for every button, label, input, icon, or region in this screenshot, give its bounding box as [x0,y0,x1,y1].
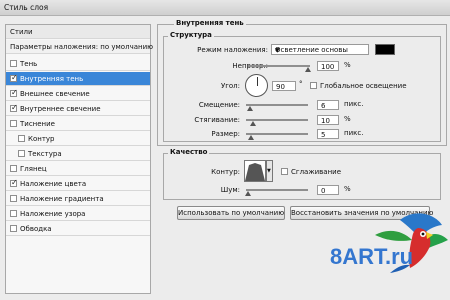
style-item-label: Внутренняя тень [20,75,84,83]
style-item-label: Наложение цвета [20,180,87,188]
noise-label: Шум: [220,186,240,194]
style-item-checkbox[interactable] [10,165,17,172]
contour-label: Контур: [211,168,240,176]
blending-options-label: Параметры наложения: по умолчанию [10,43,154,51]
global-light-label: Глобальное освещение [320,82,407,90]
antialias-label: Сглаживание [291,168,342,176]
style-item-checkbox[interactable] [10,225,17,232]
choke-unit: % [344,115,351,123]
inner-shadow-title: Внутренняя тень [174,19,246,27]
antialias-checkbox[interactable] [281,168,288,175]
blend-mode-label: Режим наложения: [197,46,268,54]
style-item-label: Контур [28,135,55,143]
choke-input[interactable]: 10 [317,115,339,125]
structure-title: Структура [168,31,214,39]
distance-unit: пикс. [344,100,364,108]
shadow-color-swatch[interactable] [375,44,395,55]
noise-input[interactable]: 0 [317,185,339,195]
size-label: Размер: [211,130,240,138]
style-item-checkbox[interactable] [10,60,17,67]
style-item-checkbox[interactable] [10,195,17,202]
choke-value: 10 [321,117,330,125]
choke-slider-thumb[interactable] [250,121,256,126]
style-item[interactable]: Глянец [6,162,150,176]
styles-header-label: Стили [10,28,33,36]
angle-value: 90 [276,83,285,91]
style-item[interactable]: Обводка [6,222,150,236]
style-item-checkbox[interactable] [18,150,25,157]
size-input[interactable]: 5 [317,129,339,139]
style-item[interactable]: Наложение узора [6,207,150,221]
style-item-label: Текстура [28,150,62,158]
opacity-value: 100 [321,63,335,71]
opacity-slider[interactable] [248,65,311,72]
style-item-checkbox[interactable] [10,73,18,82]
style-item-label: Тиснение [20,120,55,128]
size-unit: пикс. [344,129,364,137]
contour-preview[interactable] [244,160,266,182]
distance-label: Смещение: [198,101,240,109]
style-item-label: Наложение узора [20,210,86,218]
quality-title: Качество [168,148,210,156]
global-light-checkbox[interactable] [310,82,317,89]
chevron-down-icon: ▼ [267,168,271,174]
size-slider[interactable] [246,133,308,140]
style-item-checkbox[interactable] [18,135,25,142]
contour-curve-icon [245,163,265,181]
style-item[interactable]: Наложение цвета [6,177,150,191]
style-item-checkbox[interactable] [10,120,17,127]
style-item-label: Внутреннее свечение [20,105,101,113]
style-item[interactable]: Контур [6,132,150,146]
blending-options-item[interactable]: Параметры наложения: по умолчанию [6,40,154,54]
opacity-slider-thumb[interactable] [305,67,311,72]
style-item-label: Тень [20,60,38,68]
style-item[interactable]: Наложение градиента [6,192,150,206]
style-item-label: Обводка [20,225,52,233]
angle-input[interactable]: 90 [272,81,296,91]
make-default-button[interactable]: Использовать по умолчанию [177,206,285,220]
style-item-checkbox[interactable] [10,103,18,112]
blend-mode-select[interactable]: Осветление основы ▼ [271,44,369,55]
style-item[interactable]: Текстура [6,147,150,161]
noise-value: 0 [321,187,326,195]
noise-slider-thumb[interactable] [245,191,251,196]
distance-slider[interactable] [246,104,308,111]
angle-dial[interactable] [245,74,268,97]
window-title: Стиль слоя [4,3,49,12]
style-item[interactable]: Тиснение [6,117,150,131]
noise-slider[interactable] [245,189,308,196]
style-item-label: Наложение градиента [20,195,104,203]
title-bar: Стиль слоя [0,0,450,16]
styles-header[interactable]: Стили [6,25,150,39]
style-item[interactable]: Внешнее свечение [6,87,150,101]
style-item-label: Внешнее свечение [20,90,90,98]
angle-unit: ° [299,80,303,88]
choke-slider[interactable] [246,119,308,126]
distance-value: 6 [321,102,326,110]
watermark-text: 8ART.ru [330,244,414,269]
distance-slider-thumb[interactable] [247,106,253,111]
noise-unit: % [344,185,351,193]
style-item[interactable]: Тень [6,57,150,71]
angle-label: Угол: [220,82,240,90]
style-item-checkbox[interactable] [10,178,18,187]
chevron-down-icon: ▼ [275,47,280,54]
opacity-unit: % [344,61,351,69]
style-item[interactable]: Внутреннее свечение [6,102,150,116]
size-slider-thumb[interactable] [248,135,254,140]
opacity-input[interactable]: 100 [317,61,339,71]
style-item[interactable]: Внутренняя тень [6,72,150,86]
style-item-label: Глянец [20,165,47,173]
contour-dropdown[interactable]: ▼ [266,160,273,182]
size-value: 5 [321,131,326,139]
angle-dial-hand [257,77,258,86]
style-item-checkbox[interactable] [10,210,17,217]
style-item-checkbox[interactable] [10,88,18,97]
choke-label: Стягивание: [194,116,240,124]
styles-list-panel: Стили Параметры наложения: по умолчанию … [5,24,154,294]
distance-input[interactable]: 6 [317,100,339,110]
